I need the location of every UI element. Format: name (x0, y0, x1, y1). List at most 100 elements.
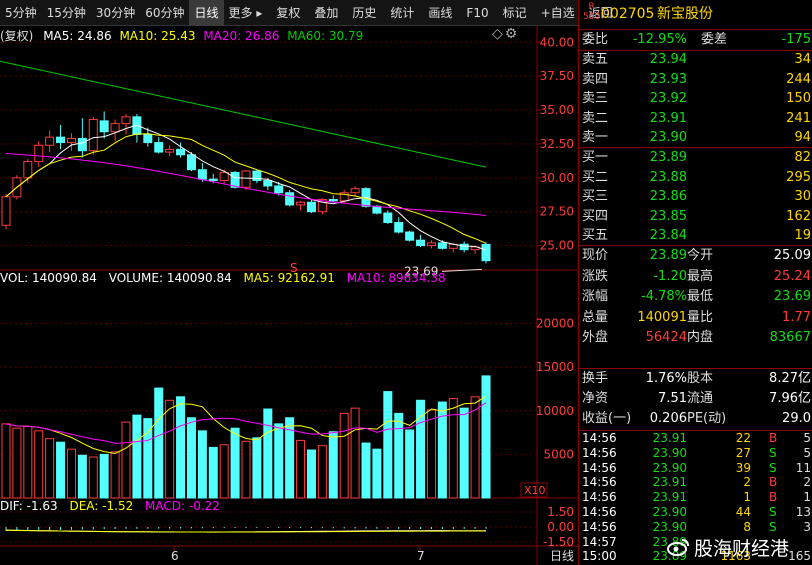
period-toolbar: 5分钟 15分钟 30分钟 60分钟 日线 更多 ▸ 复权 叠加 历史 统计 画线 F10 标记 +自选返… (0, 0, 613, 26)
volume-bar (426, 409, 436, 499)
candle-body (23, 161, 33, 179)
tick-count: 13 (795, 505, 811, 519)
stat-row: 总量 140091 量比 1.77 (579, 308, 812, 328)
watermark: 股海财经港 (666, 534, 789, 560)
tick-time: 14:56 (582, 445, 617, 460)
period-tab[interactable]: 5分钟 (0, 0, 42, 26)
tick-price: 23.90 (652, 460, 687, 475)
fund-label: PE(动) (687, 411, 727, 426)
trade-tick-row: 14:56 23.91 2 B 2 (579, 475, 812, 490)
fund-value: 7.96亿 (769, 391, 811, 406)
vol-ma5-label: MA5: 92162.91 (243, 271, 335, 285)
stock-name: 新宝股份 (657, 6, 713, 22)
period-tab[interactable]: 15分钟 (42, 0, 91, 26)
tick-price: 23.91 (652, 490, 687, 505)
toolbar-action[interactable]: 复权 (271, 0, 305, 26)
ma60-label: MA60: 30.79 (287, 29, 364, 43)
trade-tick-row: 14:56 23.90 44 S 13 (579, 505, 812, 520)
price-tick-label: 40.00 (540, 35, 574, 49)
chart-controls[interactable]: ◇ ⚙ (492, 26, 522, 42)
book-volume: 162 (786, 208, 811, 224)
candle-body (481, 243, 491, 262)
toolbar-action[interactable]: 标记 (498, 0, 532, 26)
fund-label: 流通 (687, 391, 714, 406)
stat-row: 涨跌 -1.20 最高 25.24 (579, 267, 812, 287)
volume-tick-label: 20000 (536, 317, 574, 331)
tick-price: 23.90 (652, 505, 687, 519)
tick-count: 3 (803, 519, 811, 534)
candle-body (437, 242, 447, 249)
price-tick-label: 27.50 (540, 205, 574, 219)
stat-value: 25.24 (773, 268, 811, 284)
candle (426, 240, 436, 249)
tick-price: 23.91 (652, 431, 687, 445)
dif-label: DIF: -1.63 (0, 499, 58, 513)
ask-row: 卖三 23.92 150 (579, 89, 812, 109)
book-price: 23.85 (649, 208, 687, 224)
volume-bar (77, 454, 87, 499)
settings-icon[interactable]: ⚙ (505, 26, 518, 42)
volume-bar (350, 407, 360, 499)
volume-bar (296, 439, 306, 499)
book-label: 买五 (582, 228, 609, 243)
toolbar-action[interactable]: 叠加 (309, 0, 343, 26)
toolbar-action[interactable]: +自选 (536, 0, 580, 26)
candle-body (56, 136, 66, 144)
stock-code: 002705 (601, 6, 655, 22)
diamond-icon[interactable]: ◇ (492, 26, 503, 42)
tick-price: 23.91 (652, 475, 687, 490)
stock-header: R 500 002705 新宝股份 (579, 2, 812, 28)
period-tab[interactable]: 日线 (189, 0, 224, 26)
volume-bar (165, 399, 175, 499)
volume-bar (383, 391, 393, 499)
volume-bar (12, 427, 22, 499)
fund-label: 收益(一) (582, 411, 632, 426)
tick-time: 14:56 (582, 460, 617, 475)
fund-value: 29.0 (782, 411, 811, 426)
candle-body (426, 242, 436, 247)
book-label: 卖五 (582, 52, 609, 67)
tick-count: 5 (803, 431, 811, 445)
fund-label: 换手 (582, 371, 609, 386)
tick-side: S (769, 460, 777, 475)
book-price: 23.88 (649, 169, 687, 185)
book-price: 23.89 (649, 150, 687, 165)
stat-value: -1.20 (653, 268, 687, 284)
candle-body (143, 133, 153, 144)
macd-tick-label: 1.50 (547, 505, 574, 519)
book-price: 23.94 (649, 52, 687, 67)
fundamental-row: 收益(一) 0.206 PE(动) 29.0 (579, 409, 812, 429)
tick-time: 14:56 (582, 505, 617, 519)
candle-body (350, 188, 360, 194)
price-tick-label: 30.00 (540, 171, 574, 185)
kline-chart-area[interactable]: 40.00 37.50 35.00 32.50 30.00 27.50 25.00 20000… (0, 26, 578, 565)
tick-volume: 39 (735, 460, 751, 475)
period-tab[interactable]: 30分钟 (91, 0, 140, 26)
candle (99, 111, 109, 139)
candle-body (372, 205, 382, 214)
bid-row: 买三 23.86 30 (579, 187, 812, 207)
period-tab[interactable]: 60分钟 (140, 0, 189, 26)
weicha-value: -175 (781, 32, 811, 47)
fundamental-row: 换手 1.76% 股本 8.27亿 (579, 369, 812, 389)
toolbar-action[interactable]: F10 (461, 0, 493, 26)
fund-label: 股本 (687, 371, 714, 386)
ma5-label: MA5: 24.86 (43, 29, 112, 43)
ma-legend: (复权) MA5: 24.86 MA10: 25.43 MA20: 26.86 … (0, 27, 363, 44)
book-volume: 244 (786, 71, 811, 87)
period-tab[interactable]: 更多 ▸ (224, 0, 268, 26)
stat-label: 涨跌 (582, 268, 609, 284)
candle (186, 152, 196, 172)
toolbar-action[interactable]: 画线 (423, 0, 457, 26)
stat-value: 23.69 (773, 289, 811, 304)
toolbar-action[interactable]: 统计 (385, 0, 419, 26)
fund-value: 7.51 (658, 391, 687, 406)
toolbar-action[interactable]: 历史 (347, 0, 381, 26)
book-price: 23.90 (649, 130, 687, 145)
fund-value: 0.206 (649, 411, 687, 426)
candle-body (394, 222, 404, 233)
volume-bar (66, 448, 76, 499)
bid-row: 买一 23.89 82 (579, 148, 812, 168)
tick-volume: 2 (743, 475, 751, 490)
candle-body (176, 148, 186, 156)
